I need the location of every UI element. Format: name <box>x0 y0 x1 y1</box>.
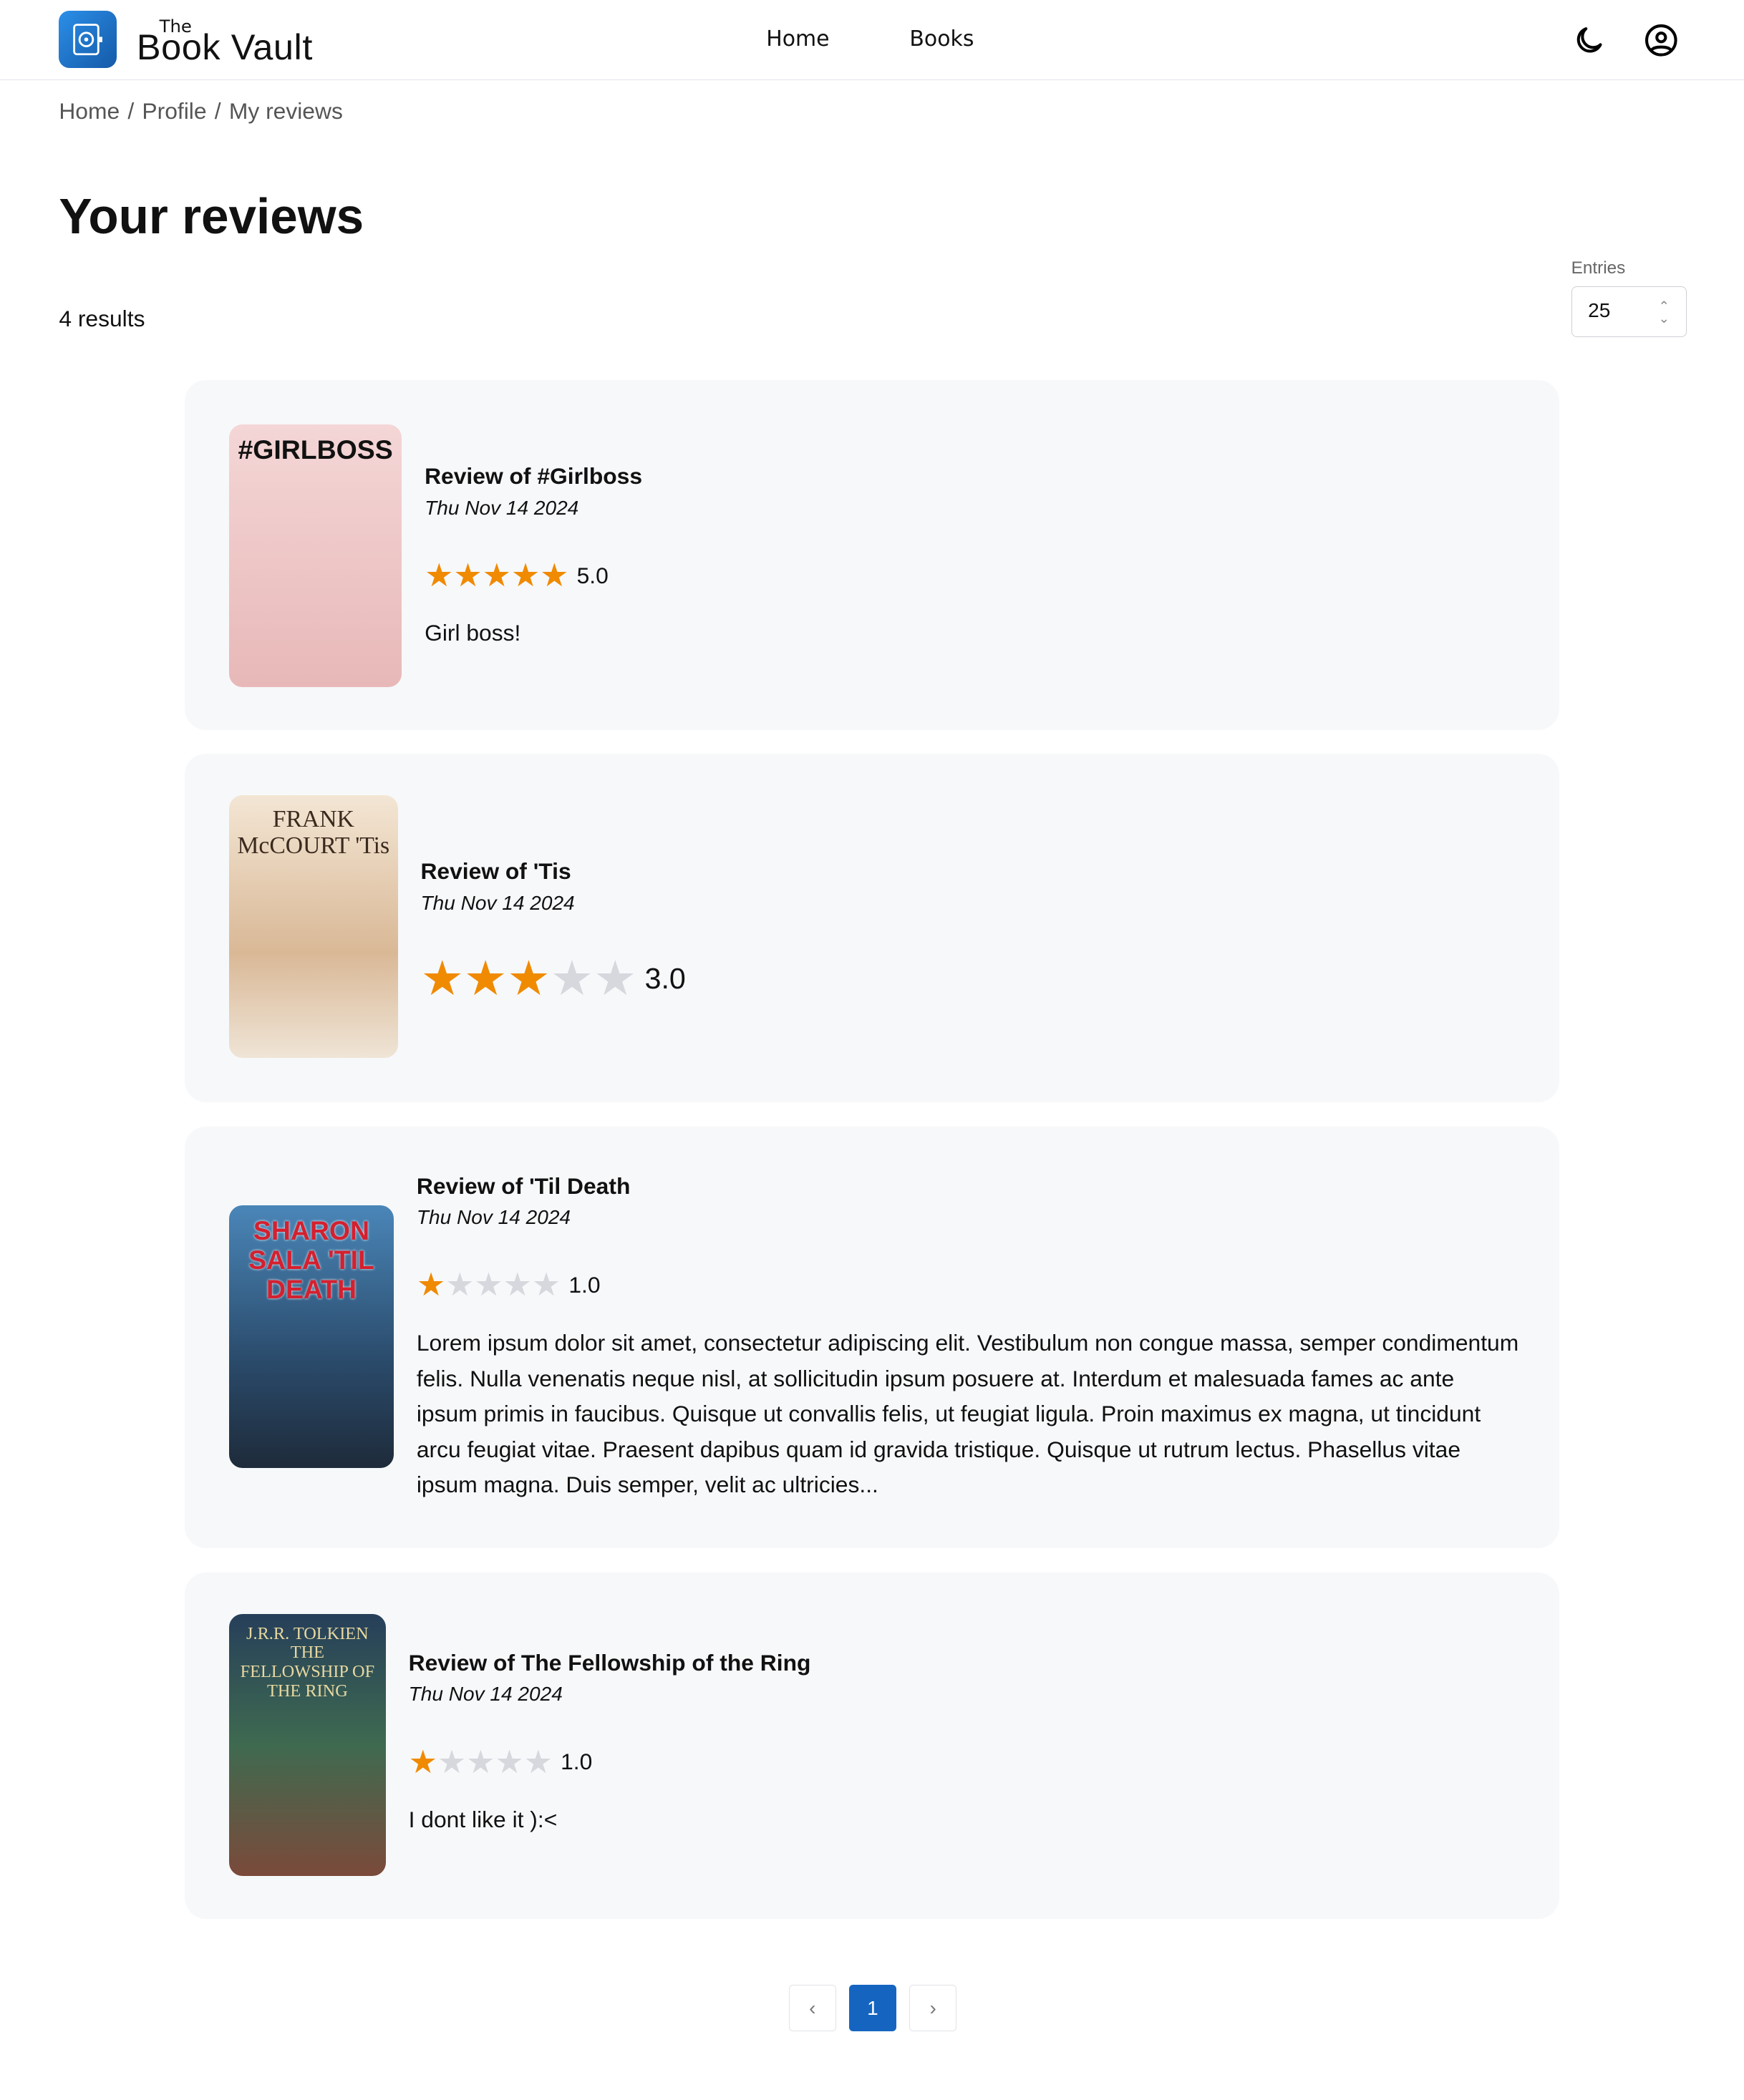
prev-page-button[interactable]: ‹ <box>789 1984 836 2032</box>
star-rating: ★ ★ ★ ★ ★ 1.0 <box>409 1746 1519 1779</box>
review-card[interactable]: SHARON SALA 'TIL DEATH Review of 'Til De… <box>185 1126 1559 1548</box>
star-filled-icon: ★ <box>420 951 464 1006</box>
star-filled-icon: ★ <box>540 556 569 593</box>
review-text: Lorem ipsum dolor sit amet, consectetur … <box>416 1330 1519 1498</box>
star-empty-icon: ★ <box>445 1266 475 1303</box>
review-info: Review of 'Til Death Thu Nov 14 2024 ★ ★ ★… <box>417 1173 1519 1503</box>
book-cover-image: #GIRLBOSS <box>228 424 402 687</box>
nav-home[interactable]: Home <box>766 26 829 52</box>
rating-value: 1.0 <box>561 1749 593 1775</box>
rating-value: 5.0 <box>576 562 609 588</box>
star-empty-icon: ★ <box>550 951 594 1006</box>
star-filled-icon: ★ <box>510 556 541 593</box>
breadcrumb-profile[interactable]: Profile <box>142 98 206 124</box>
book-cover-title: FRANK McCOURT 'Tis <box>237 806 390 860</box>
vault-icon <box>73 24 103 56</box>
page-1-button[interactable]: 1 <box>849 1984 896 2032</box>
top-navbar: The Book Vault Home Books <box>0 0 1744 81</box>
review-date: Thu Nov 14 2024 <box>425 496 579 519</box>
star-filled-icon: ★ <box>463 951 508 1006</box>
review-card[interactable]: J.R.R. TOLKIEN THE FELLOWSHIP OF THE RIN… <box>185 1572 1559 1920</box>
review-title[interactable]: Review of 'Til Death <box>417 1173 1519 1200</box>
review-title[interactable]: Review of #Girlboss <box>425 463 1519 490</box>
star-filled-icon: ★ <box>416 1266 446 1303</box>
review-text: Girl boss! <box>425 620 521 646</box>
star-filled-icon: ★ <box>408 1743 437 1780</box>
star-rating: ★ ★ ★ ★ ★ 1.0 <box>417 1269 1519 1301</box>
review-card[interactable]: FRANK McCOURT 'Tis Review of 'Tis Thu No… <box>185 754 1559 1102</box>
user-account-icon[interactable] <box>1644 23 1679 58</box>
star-empty-icon: ★ <box>503 1266 532 1303</box>
review-date: Thu Nov 14 2024 <box>408 1683 563 1706</box>
review-info: Review of The Fellowship of the Ring Thu… <box>409 1650 1519 1838</box>
book-cover-image: J.R.R. TOLKIEN THE FELLOWSHIP OF THE RIN… <box>228 1613 386 1877</box>
review-card[interactable]: #GIRLBOSS Review of #Girlboss Thu Nov 14… <box>185 380 1559 730</box>
review-info: Review of 'Tis Thu Nov 14 2024 ★ ★ ★ ★ ★ 3.0 <box>420 858 1518 1003</box>
star-empty-icon: ★ <box>593 951 637 1006</box>
review-date: Thu Nov 14 2024 <box>416 1206 571 1229</box>
nav-books[interactable]: Books <box>909 26 974 52</box>
entries-label: Entries <box>1571 258 1626 278</box>
breadcrumb-home[interactable]: Home <box>59 98 120 124</box>
star-empty-icon: ★ <box>531 1266 561 1303</box>
book-cover-title: SHARON SALA 'TIL DEATH <box>248 1215 374 1305</box>
star-filled-icon: ★ <box>482 556 511 593</box>
page-title: Your reviews <box>59 188 364 244</box>
star-empty-icon: ★ <box>523 1743 553 1780</box>
entries-value: 25 <box>1588 299 1611 322</box>
star-empty-icon: ★ <box>437 1743 467 1780</box>
book-vault-logo[interactable] <box>59 10 117 69</box>
review-info: Review of #Girlboss Thu Nov 14 2024 ★ ★ ★ ★… <box>425 463 1519 651</box>
breadcrumb-current: My reviews <box>228 97 343 124</box>
book-cover-image: SHARON SALA 'TIL DEATH <box>228 1205 394 1468</box>
star-filled-icon: ★ <box>507 951 551 1006</box>
book-cover-title: J.R.R. TOLKIEN THE FELLOWSHIP OF THE RIN… <box>240 1623 375 1701</box>
chevron-updown-icon: ⌃ ⌄ <box>1658 298 1670 326</box>
star-rating: ★ ★ ★ ★ ★ 3.0 <box>420 955 1518 1003</box>
next-page-button[interactable]: › <box>909 1984 956 2032</box>
rating-value: 3.0 <box>644 961 686 995</box>
breadcrumb: Home / Profile / My reviews <box>59 97 343 124</box>
star-rating: ★ ★ ★ ★ ★ 5.0 <box>425 556 1519 593</box>
star-filled-icon: ★ <box>425 556 454 593</box>
book-cover-image: FRANK McCOURT 'Tis <box>228 795 398 1059</box>
review-text: I dont like it ):< <box>408 1807 558 1833</box>
moon-icon[interactable] <box>1571 23 1607 58</box>
star-empty-icon: ★ <box>474 1266 503 1303</box>
entries-select[interactable]: 25 ⌃ ⌄ <box>1571 286 1687 338</box>
star-empty-icon: ★ <box>466 1743 495 1780</box>
star-filled-icon: ★ <box>453 556 483 593</box>
results-count: 4 results <box>59 305 145 331</box>
review-title[interactable]: Review of 'Tis <box>420 858 1518 885</box>
rating-value: 1.0 <box>568 1272 601 1298</box>
review-title[interactable]: Review of The Fellowship of the Ring <box>409 1650 1519 1676</box>
brand-name: Book Vault <box>136 26 313 67</box>
book-cover-title: #GIRLBOSS <box>238 434 393 465</box>
star-empty-icon: ★ <box>495 1743 524 1780</box>
review-date: Thu Nov 14 2024 <box>420 891 575 914</box>
